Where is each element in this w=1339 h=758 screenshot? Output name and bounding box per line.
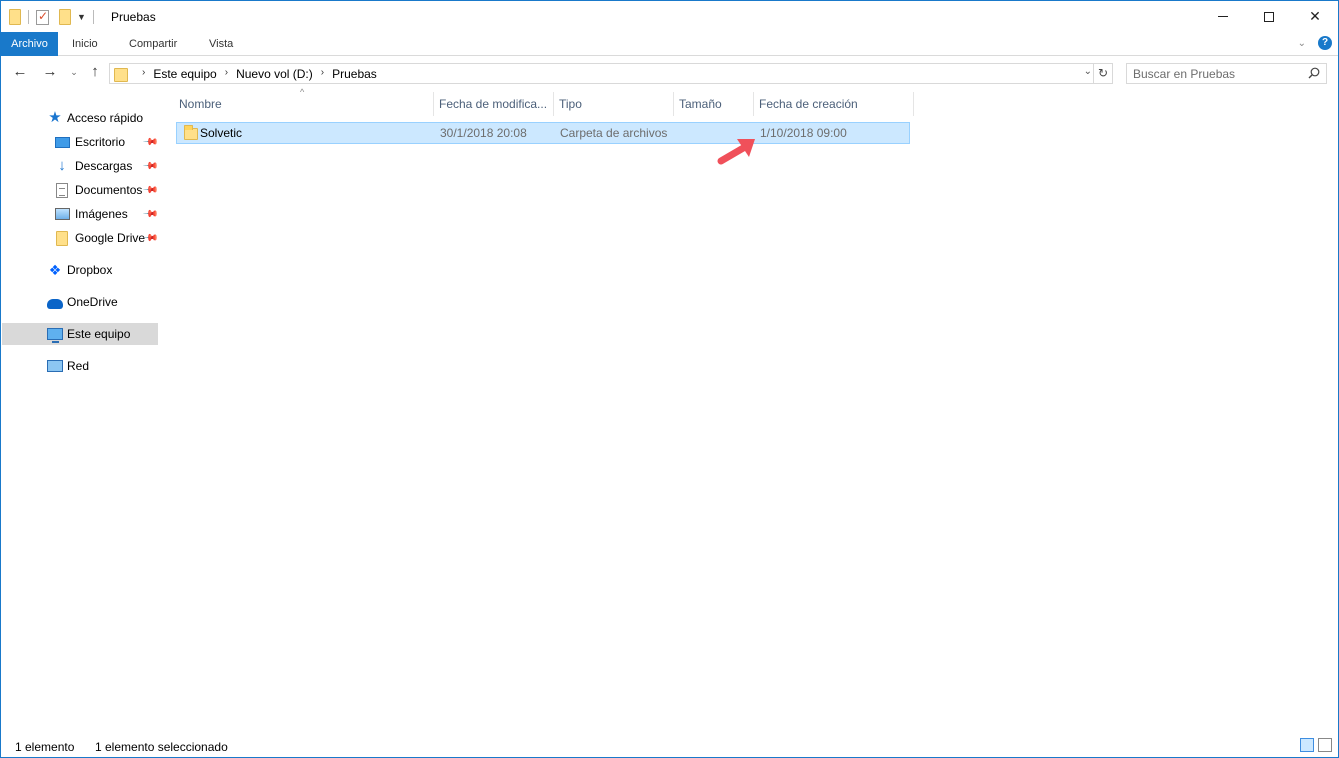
- file-modified: 30/1/2018 20:08: [440, 126, 527, 140]
- sidebar-item-label: OneDrive: [67, 295, 118, 309]
- quick-access-toolbar: ▼: [9, 7, 97, 27]
- maximize-button[interactable]: [1246, 1, 1292, 32]
- sidebar-item-descargas[interactable]: ↓ Descargas 📌: [2, 155, 158, 177]
- chevron-down-icon[interactable]: ⌄: [1084, 66, 1092, 77]
- view-switcher: [1300, 738, 1332, 752]
- chevron-right-icon[interactable]: ›: [321, 67, 324, 81]
- sidebar-item-quick-access[interactable]: ★ Acceso rápido: [2, 107, 158, 129]
- ribbon-tabs: Archivo Inicio Compartir Vista ⌄ ?: [1, 32, 1338, 56]
- maximize-icon: [1264, 11, 1274, 22]
- breadcrumb-pruebas[interactable]: Pruebas: [332, 67, 377, 81]
- pictures-icon: [54, 206, 70, 222]
- window-title: Pruebas: [111, 10, 156, 24]
- explorer-window: ▼ Pruebas ✕ Archivo Inicio Compartir Vis…: [0, 0, 1339, 758]
- sidebar-item-red[interactable]: Red: [2, 355, 158, 377]
- tab-inicio[interactable]: Inicio: [62, 32, 108, 56]
- toolbar-divider: [92, 10, 94, 24]
- folder-icon: [114, 68, 128, 82]
- expand-ribbon-icon[interactable]: ⌄: [1298, 38, 1306, 49]
- sidebar-item-imagenes[interactable]: Imágenes 📌: [2, 203, 159, 225]
- sidebar-item-google-drive[interactable]: Google Drive 📌: [2, 227, 159, 249]
- breadcrumb-nuevo-vol[interactable]: Nuevo vol (D:): [236, 67, 313, 81]
- address-bar[interactable]: › Este equipo › Nuevo vol (D:) › Pruebas…: [109, 63, 1113, 84]
- sidebar-item-este-equipo[interactable]: Este equipo: [2, 323, 158, 345]
- title-bar: ▼ Pruebas ✕: [1, 1, 1338, 32]
- ribbon-controls: ⌄ ?: [1298, 36, 1332, 50]
- documents-icon: [54, 182, 70, 198]
- recent-locations-button[interactable]: ⌄: [65, 64, 83, 82]
- refresh-icon[interactable]: ↻: [1093, 63, 1112, 84]
- close-button[interactable]: ✕: [1292, 1, 1338, 32]
- item-count: 1 elemento: [15, 740, 75, 754]
- file-type: Carpeta de archivos: [560, 126, 668, 140]
- up-button[interactable]: ↑: [86, 64, 104, 82]
- sidebar-item-label: Acceso rápido: [67, 111, 144, 125]
- pin-icon: 📌: [141, 157, 159, 175]
- sidebar-item-dropbox[interactable]: ❖ Dropbox: [2, 259, 158, 281]
- tab-archivo[interactable]: Archivo: [1, 32, 58, 56]
- computer-icon: [47, 326, 63, 343]
- dropbox-icon: ❖: [48, 262, 62, 278]
- sidebar-item-label: Red: [67, 359, 90, 373]
- search-input[interactable]: [1133, 66, 1303, 82]
- new-folder-icon[interactable]: [59, 9, 71, 25]
- column-header-fecha-modificacion[interactable]: Fecha de modifica...: [434, 92, 554, 116]
- sidebar-item-label: Documentos: [75, 183, 143, 197]
- forward-button[interactable]: →: [41, 64, 59, 82]
- folder-icon: [54, 230, 70, 246]
- sidebar-item-label: Descargas: [75, 159, 133, 173]
- search-box[interactable]: [1126, 63, 1327, 84]
- chevron-right-icon[interactable]: ›: [142, 67, 145, 81]
- details-view-icon[interactable]: [1300, 738, 1314, 752]
- minimize-icon: [1218, 16, 1228, 17]
- sidebar-item-label: Google Drive: [75, 231, 146, 245]
- table-row[interactable]: Solvetic 30/1/2018 20:08 Carpeta de arch…: [176, 122, 910, 144]
- folder-icon: [184, 125, 198, 140]
- annotation-arrow-icon: [717, 139, 755, 165]
- sidebar-item-label: Imágenes: [75, 207, 128, 221]
- star-icon: ★: [48, 109, 62, 126]
- file-created: 1/10/2018 09:00: [760, 126, 847, 140]
- onedrive-icon: [47, 294, 63, 310]
- window-controls: ✕: [1200, 1, 1338, 32]
- minimize-button[interactable]: [1200, 1, 1246, 32]
- breadcrumb-este-equipo[interactable]: Este equipo: [153, 67, 216, 81]
- folder-icon: [9, 9, 21, 25]
- breadcrumb: › Este equipo › Nuevo vol (D:) › Pruebas: [134, 67, 377, 81]
- downloads-icon: ↓: [58, 157, 66, 174]
- network-icon: [47, 358, 63, 374]
- sidebar-item-documentos[interactable]: Documentos 📌: [2, 179, 159, 201]
- selection-count: 1 elemento seleccionado: [95, 740, 228, 754]
- sidebar-item-label: Escritorio: [75, 135, 126, 149]
- column-header-fecha-creacion[interactable]: Fecha de creación: [754, 92, 914, 116]
- file-name: Solvetic: [200, 126, 243, 140]
- sidebar-item-onedrive[interactable]: OneDrive: [2, 291, 158, 313]
- help-icon[interactable]: ?: [1318, 36, 1332, 50]
- column-header-tipo[interactable]: Tipo: [554, 92, 674, 116]
- column-header-nombre[interactable]: Nombre: [174, 92, 434, 116]
- properties-icon[interactable]: [36, 9, 49, 25]
- chevron-right-icon[interactable]: ›: [225, 67, 228, 81]
- pin-icon: 📌: [141, 133, 159, 151]
- large-icons-view-icon[interactable]: [1318, 738, 1332, 752]
- sidebar-item-escritorio[interactable]: Escritorio 📌: [2, 131, 159, 153]
- column-header-tamano[interactable]: Tamaño: [674, 92, 754, 116]
- file-list: ^ Nombre Fecha de modifica... Tipo Tamañ…: [159, 87, 1338, 730]
- desktop-icon: [54, 134, 70, 150]
- toolbar-divider: [28, 10, 29, 24]
- sidebar-item-label: Este equipo: [67, 327, 131, 341]
- pin-icon: 📌: [141, 205, 159, 223]
- search-icon[interactable]: [1308, 67, 1320, 79]
- status-bar: 1 elemento 1 elemento seleccionado: [1, 735, 1338, 757]
- customize-toolbar-icon[interactable]: ▼: [77, 12, 86, 22]
- address-row: ← → ⌄ ↑ › Este equipo › Nuevo vol (D:) ›…: [1, 56, 1338, 90]
- pin-icon: 📌: [141, 181, 159, 199]
- back-button[interactable]: ←: [11, 64, 29, 82]
- sidebar-item-label: Dropbox: [67, 263, 113, 277]
- close-icon: ✕: [1309, 8, 1321, 24]
- tab-compartir[interactable]: Compartir: [119, 32, 187, 56]
- navigation-pane: ★ Acceso rápido Escritorio 📌 ↓ Descargas…: [1, 90, 159, 730]
- tab-vista[interactable]: Vista: [199, 32, 243, 56]
